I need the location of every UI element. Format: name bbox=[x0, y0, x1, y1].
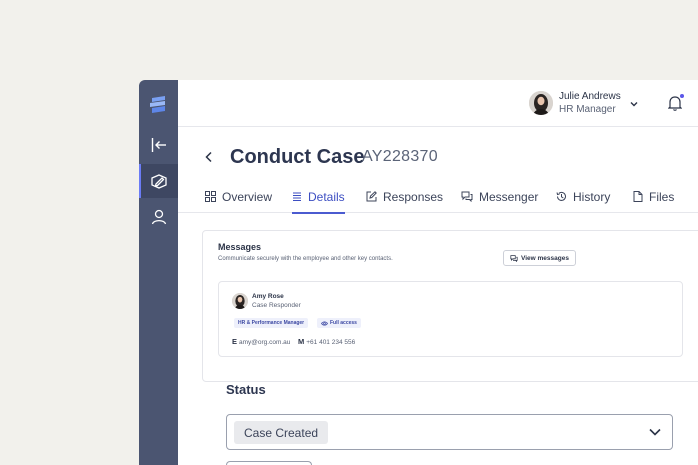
messages-card: Messages Communicate securely with the e… bbox=[202, 230, 698, 382]
user-icon bbox=[151, 209, 166, 225]
tab-label: Messenger bbox=[479, 189, 539, 204]
sidebar-item-cases[interactable] bbox=[139, 164, 178, 198]
tag-label: Full access bbox=[330, 320, 357, 326]
contact-role: Case Responder bbox=[252, 302, 301, 309]
contact-avatar bbox=[232, 293, 248, 309]
history-icon bbox=[556, 191, 566, 201]
tab-label: Overview bbox=[222, 189, 273, 204]
user-avatar[interactable] bbox=[529, 91, 553, 115]
contact-card: Amy Rose Case Responder HR & Performance… bbox=[218, 281, 683, 357]
tab-details[interactable]: Details bbox=[292, 180, 345, 214]
tab-history[interactable]: History bbox=[556, 180, 610, 213]
collapse-icon bbox=[151, 138, 166, 152]
access-tag: Full access bbox=[317, 318, 361, 328]
email-label: E bbox=[232, 337, 238, 346]
chat-icon bbox=[510, 254, 518, 262]
tab-label: Files bbox=[649, 189, 675, 204]
chat-icon bbox=[461, 191, 473, 202]
status-select[interactable]: Case Created bbox=[226, 414, 673, 450]
status-label: Status bbox=[226, 382, 266, 397]
tab-label: Details bbox=[308, 189, 345, 204]
tag-label: HR & Performance Manager bbox=[238, 320, 305, 326]
tab-label: Responses bbox=[383, 189, 444, 204]
contact-email[interactable]: Eamy@org.com.au bbox=[232, 337, 290, 346]
logo-icon bbox=[150, 96, 165, 113]
sidebar-item-people[interactable] bbox=[139, 200, 178, 234]
sidebar bbox=[139, 80, 178, 465]
mobile-label: M bbox=[298, 337, 305, 346]
page-title: Conduct Case bbox=[230, 146, 365, 168]
grid-icon bbox=[205, 191, 216, 202]
top-bar: Julie Andrews HR Manager bbox=[178, 80, 698, 127]
email-value: amy@org.com.au bbox=[239, 339, 291, 346]
list-icon bbox=[293, 192, 301, 201]
view-messages-label: View messages bbox=[521, 254, 569, 262]
view-messages-button[interactable]: View messages bbox=[503, 250, 576, 266]
chevron-down-icon[interactable] bbox=[629, 99, 639, 109]
edit-icon bbox=[366, 191, 377, 202]
contact-mobile[interactable]: M +61 401 234 556 bbox=[298, 337, 355, 346]
status-value: Case Created bbox=[234, 421, 329, 444]
mobile-value: +61 401 234 556 bbox=[306, 339, 356, 346]
tab-responses[interactable]: Responses bbox=[366, 180, 443, 213]
messages-title: Messages bbox=[218, 242, 262, 252]
next-field[interactable] bbox=[226, 461, 312, 465]
contact-name: Amy Rose bbox=[252, 293, 284, 300]
file-icon bbox=[633, 191, 643, 202]
main-content: Julie Andrews HR Manager Conduct Case AY… bbox=[178, 80, 698, 465]
chevron-down-icon bbox=[649, 428, 661, 436]
user-name: Julie Andrews bbox=[559, 91, 621, 102]
collapse-sidebar-button[interactable] bbox=[139, 128, 178, 162]
tab-bar: Overview Details Responses Messenger His… bbox=[178, 180, 698, 214]
back-arrow-icon[interactable] bbox=[204, 151, 214, 163]
tab-label: History bbox=[573, 189, 611, 204]
tab-messenger[interactable]: Messenger bbox=[461, 180, 538, 213]
messages-subtitle: Communicate securely with the employee a… bbox=[218, 256, 393, 262]
eye-icon bbox=[321, 320, 328, 326]
app-window: Julie Andrews HR Manager Conduct Case AY… bbox=[139, 80, 698, 465]
case-edit-icon bbox=[150, 174, 167, 189]
role-tag: HR & Performance Manager bbox=[234, 318, 309, 328]
case-id: AY228370 bbox=[362, 148, 438, 165]
tab-overview[interactable]: Overview bbox=[205, 180, 272, 213]
user-role: HR Manager bbox=[559, 104, 616, 115]
notification-dot bbox=[680, 94, 684, 98]
tab-files[interactable]: Files bbox=[633, 180, 674, 213]
